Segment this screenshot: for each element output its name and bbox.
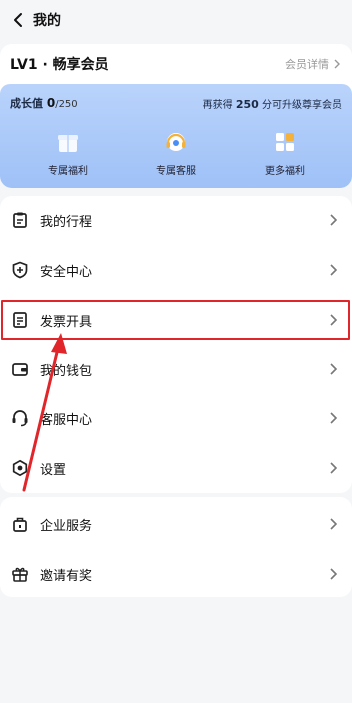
- top-bar: 我的: [0, 0, 352, 40]
- chevron-right-icon: [330, 314, 338, 326]
- member-header: LV1 · 畅享会员 会员详情: [0, 44, 352, 84]
- upgrade-points: 250: [235, 98, 259, 111]
- menu-item-my-trips[interactable]: 我的行程: [0, 196, 352, 244]
- settings-icon: [12, 459, 28, 477]
- headset-icon: [166, 133, 186, 151]
- upgrade-prefix: 再获得: [202, 100, 233, 111]
- menu-item-settings[interactable]: 设置: [0, 444, 352, 492]
- chevron-right-icon: [330, 518, 338, 530]
- member-details-label: 会员详情: [285, 58, 329, 71]
- menu-item-label: 发票开具: [40, 315, 93, 330]
- perk-exclusive-benefits[interactable]: 专属福利: [23, 128, 113, 184]
- invoice-icon: [13, 312, 27, 328]
- menu-item-label: 我的钱包: [40, 364, 93, 379]
- menu-card-main: 我的行程 安全中心 发票开具 我的钱包 客服中心 设置: [0, 196, 352, 493]
- customer-service-icon: [12, 410, 28, 427]
- menu-item-label: 安全中心: [40, 265, 93, 280]
- upgrade-suffix: 分可升级尊享会员: [262, 100, 342, 111]
- menu-item-label: 企业服务: [40, 519, 93, 534]
- growth-max: /250: [55, 99, 78, 110]
- menu-item-wallet[interactable]: 我的钱包: [0, 345, 352, 393]
- perk-label: 专属客服: [156, 166, 196, 177]
- chevron-right-icon: [330, 214, 338, 226]
- grid-icon: [276, 133, 294, 151]
- chevron-right-icon: [330, 462, 338, 474]
- back-arrow-icon[interactable]: [10, 11, 28, 29]
- page-title: 我的: [33, 13, 61, 29]
- growth-value: 0: [46, 96, 56, 110]
- perk-exclusive-service[interactable]: 专属客服: [131, 128, 221, 184]
- growth-label: 成长值: [10, 97, 43, 110]
- menu-item-label: 设置: [40, 463, 67, 478]
- itinerary-icon: [13, 212, 27, 228]
- invite-reward-icon: [12, 567, 28, 582]
- chevron-right-icon: [334, 59, 340, 69]
- menu-item-label: 我的行程: [40, 215, 93, 230]
- menu-card-secondary: 企业服务 邀请有奖: [0, 497, 352, 597]
- menu-item-invite-reward[interactable]: 邀请有奖: [0, 550, 352, 598]
- member-details-link[interactable]: 会员详情: [285, 56, 342, 72]
- member-level-title: LV1 · 畅享会员: [10, 57, 109, 73]
- shield-icon: [12, 261, 28, 279]
- perk-label: 专属福利: [48, 166, 88, 177]
- growth-panel: 成长值 0/250 再获得 250 分可升级尊享会员 专属福利 专属客服 更多福…: [0, 84, 352, 188]
- enterprise-icon: [13, 517, 27, 532]
- menu-item-label: 客服中心: [40, 413, 93, 428]
- chevron-right-icon: [330, 412, 338, 424]
- member-card: LV1 · 畅享会员 会员详情 成长值 0/250 再获得 250 分可升级尊享…: [0, 44, 352, 188]
- menu-item-invoice[interactable]: 发票开具: [0, 296, 352, 344]
- perk-label: 更多福利: [265, 166, 305, 177]
- gift-icon: [58, 135, 78, 152]
- perk-more-benefits[interactable]: 更多福利: [240, 128, 330, 184]
- menu-item-customer-service[interactable]: 客服中心: [0, 394, 352, 442]
- wallet-icon: [12, 363, 28, 376]
- menu-item-security-center[interactable]: 安全中心: [0, 246, 352, 294]
- menu-item-label: 邀请有奖: [40, 569, 93, 584]
- chevron-right-icon: [330, 363, 338, 375]
- upgrade-tip: 再获得 250 分可升级尊享会员: [203, 96, 342, 111]
- menu-item-enterprise-service[interactable]: 企业服务: [0, 500, 352, 548]
- growth-label-row: 成长值 0/250: [10, 95, 78, 111]
- perks-row: 专属福利 专属客服 更多福利: [0, 128, 352, 184]
- chevron-right-icon: [330, 264, 338, 276]
- chevron-right-icon: [330, 568, 338, 580]
